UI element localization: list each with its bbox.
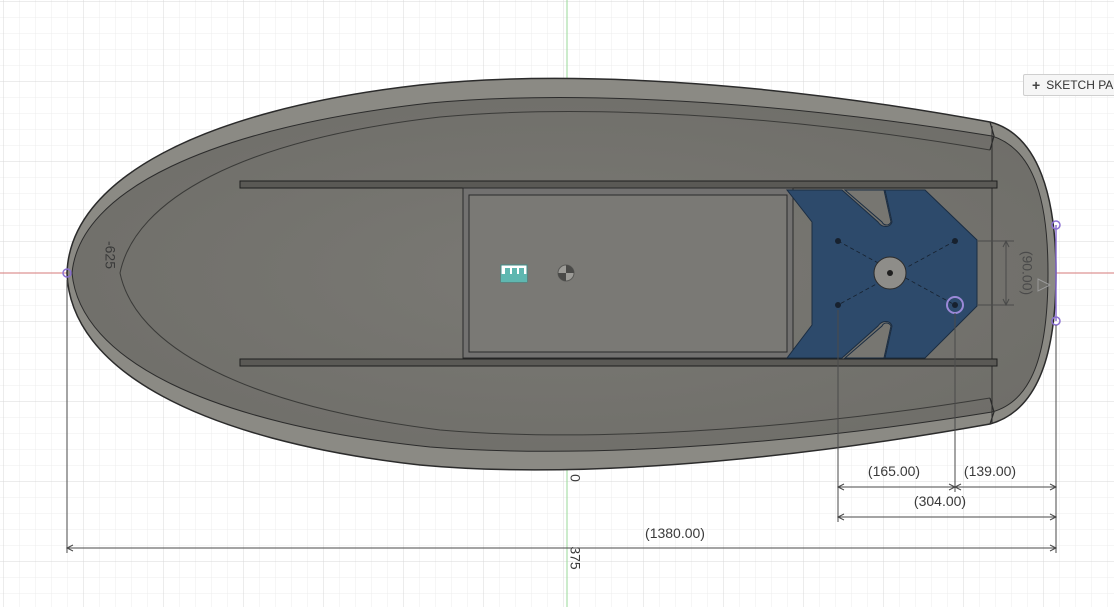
bolt-hole-3[interactable] xyxy=(835,302,841,308)
mast-hole-center xyxy=(887,270,893,276)
expand-plus-icon: + xyxy=(1032,77,1041,93)
sketch-palette-button[interactable]: + SKETCH PAL xyxy=(1023,74,1114,96)
dimension-304-label[interactable]: (304.00) xyxy=(914,493,966,509)
coordinate-label-center-top: 0 xyxy=(567,474,583,482)
rail-bottom[interactable] xyxy=(239,358,998,367)
sketch-canvas[interactable]: (90.00) -625 0 375 (165.00) (139.00) (30… xyxy=(0,0,1114,607)
rail-top[interactable] xyxy=(239,180,998,189)
component-icon[interactable] xyxy=(500,264,528,283)
dimension-139-label[interactable]: (139.00) xyxy=(964,463,1016,479)
dimension-165-label[interactable]: (165.00) xyxy=(868,463,920,479)
dimension-90-label[interactable]: (90.00) xyxy=(1019,251,1035,295)
origin-icon[interactable] xyxy=(557,264,575,282)
bolt-hole-2[interactable] xyxy=(952,238,958,244)
coordinate-label-left: -625 xyxy=(102,241,118,269)
coordinate-label-center-bottom: 375 xyxy=(567,546,583,570)
dimension-1380-label[interactable]: (1380.00) xyxy=(645,525,705,541)
bolt-hole-4[interactable] xyxy=(952,302,958,308)
sketch-palette-label: SKETCH PAL xyxy=(1046,78,1114,92)
design-viewport[interactable]: (90.00) -625 0 375 (165.00) (139.00) (30… xyxy=(0,0,1114,607)
bolt-hole-1[interactable] xyxy=(835,238,841,244)
